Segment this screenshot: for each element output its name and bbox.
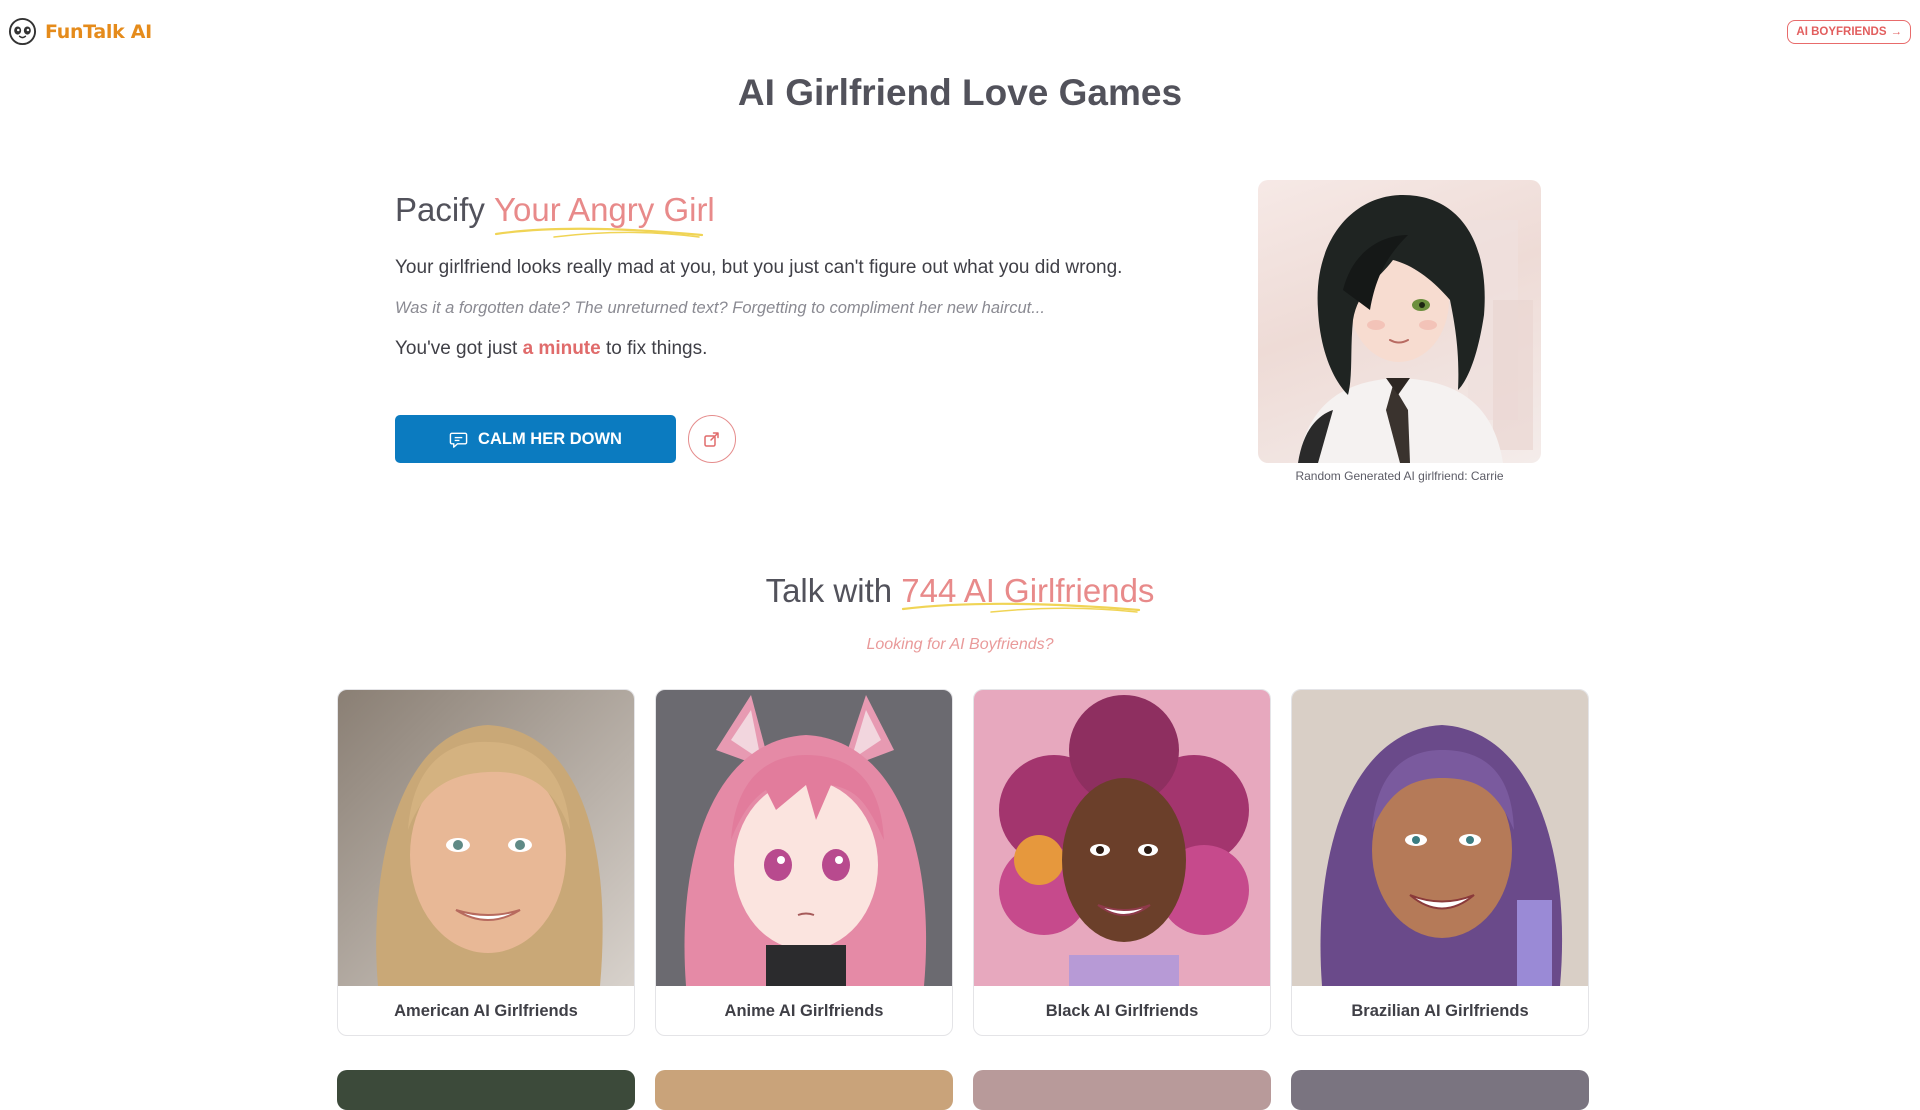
girlfriend-portrait: Random Generated AI girlfriend: Carrie — [1258, 180, 1541, 483]
card-image — [1292, 690, 1588, 986]
calm-her-down-button[interactable]: CALM HER DOWN — [395, 415, 676, 463]
card-row2-2[interactable] — [655, 1070, 953, 1110]
section-heading-highlight: 744 AI Girlfriends — [901, 572, 1154, 613]
card-black[interactable]: Black AI Girlfriends — [973, 689, 1271, 1036]
share-button[interactable] — [688, 415, 736, 463]
card-label: Anime AI Girlfriends — [724, 1001, 884, 1020]
card-row2-1[interactable] — [337, 1070, 635, 1110]
card-image — [338, 690, 634, 986]
time-limit-suffix: to fix things. — [600, 338, 708, 359]
page-title: AI Girlfriend Love Games — [737, 72, 1183, 113]
card-anime[interactable]: Anime AI Girlfriends — [655, 689, 953, 1036]
chat-bubble-icon — [449, 432, 468, 448]
logo-text: FunTalk AI — [45, 20, 152, 43]
time-limit-prefix: You've got just — [395, 338, 523, 359]
card-label: Brazilian AI Girlfriends — [1351, 1001, 1529, 1020]
hero-questions: Was it a forgotten date? The unreturned … — [395, 299, 1045, 317]
card-brazilian[interactable]: Brazilian AI Girlfriends — [1291, 689, 1589, 1036]
hero-heading: Pacify Your Angry Girl — [395, 185, 1195, 238]
cta-label: CALM HER DOWN — [478, 429, 622, 448]
card-image — [974, 690, 1270, 986]
ai-boyfriends-nav-button[interactable]: AI BOYFRIENDS → — [1787, 20, 1911, 44]
hero-description: Your girlfriend looks really mad at you,… — [395, 257, 1123, 278]
nav-button-label: AI BOYFRIENDS — [1796, 26, 1887, 38]
section-heading: Talk with 744 AI Girlfriends — [0, 572, 1920, 613]
share-icon — [704, 432, 719, 447]
site-logo[interactable]: FunTalk AI — [8, 17, 152, 46]
portrait-caption: Random Generated AI girlfriend: Carrie — [1295, 469, 1504, 483]
highlight-underline-decoration — [494, 227, 704, 238]
highlight-underline-decoration — [902, 602, 1141, 613]
arrow-right-icon: → — [1890, 26, 1903, 38]
hero-heading-highlight: Your Angry Girl — [494, 185, 715, 238]
card-row2-3[interactable] — [973, 1070, 1271, 1110]
game-hero: Pacify Your Angry Girl Your girlfriend l… — [395, 185, 1195, 463]
hero-time-limit: You've got just a minute to fix things. — [395, 338, 1195, 360]
section-heading-plain: Talk with — [765, 572, 902, 609]
site-header: FunTalk AI AI BOYFRIENDS → — [0, 0, 1920, 64]
time-limit-accent: a minute — [522, 338, 601, 359]
hero-heading-plain: Pacify — [395, 191, 495, 228]
panda-face-icon — [8, 17, 37, 46]
card-american[interactable]: American AI Girlfriends — [337, 689, 635, 1036]
card-row2-4[interactable] — [1291, 1070, 1589, 1110]
card-image — [656, 690, 952, 986]
ai-boyfriends-link[interactable]: Looking for AI Boyfriends? — [0, 636, 1920, 654]
card-label: American AI Girlfriends — [394, 1001, 578, 1020]
portrait-image — [1258, 180, 1541, 463]
cta-row: CALM HER DOWN — [395, 415, 736, 463]
hero-heading-highlight-text: Your Angry Girl — [494, 191, 715, 228]
card-label: Black AI Girlfriends — [1045, 1001, 1199, 1020]
